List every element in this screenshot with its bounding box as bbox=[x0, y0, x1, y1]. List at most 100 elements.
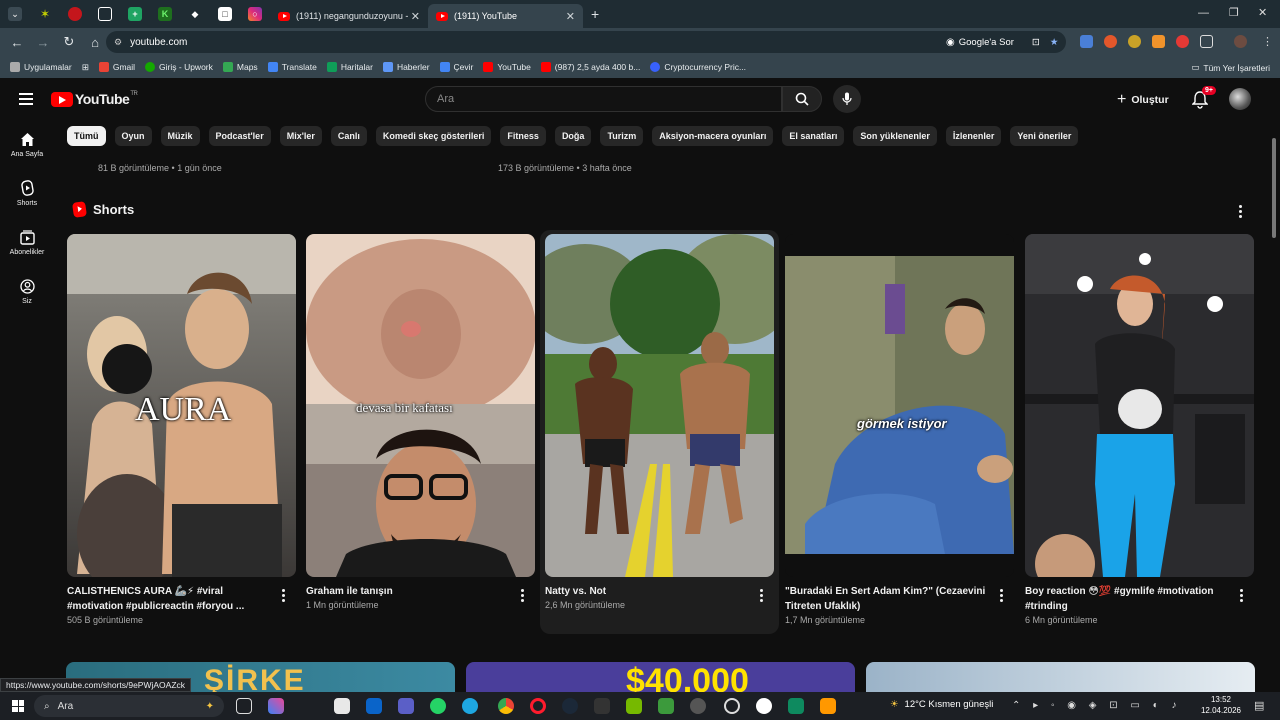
extension-coin-icon[interactable] bbox=[1128, 35, 1141, 48]
close-tab-icon[interactable]: ✕ bbox=[411, 10, 420, 23]
chrome-icon[interactable] bbox=[498, 698, 514, 714]
short-more-icon[interactable] bbox=[521, 589, 525, 604]
create-button[interactable]: + Oluştur bbox=[1117, 89, 1169, 111]
chip-el-sanatlari[interactable]: El sanatları bbox=[782, 126, 845, 146]
bookmark-maps[interactable]: Maps bbox=[222, 62, 258, 72]
short-title[interactable]: Natty vs. Not bbox=[545, 584, 750, 599]
chip-son-yuklenenler[interactable]: Son yüklenenler bbox=[853, 126, 937, 146]
short-thumbnail[interactable]: AURA bbox=[67, 234, 296, 577]
opera-icon[interactable] bbox=[530, 698, 546, 714]
home-button-icon[interactable]: ⌂ bbox=[83, 30, 107, 54]
youtube-logo[interactable]: YouTube TR bbox=[51, 91, 138, 107]
chip-podcastler[interactable]: Podcast'ler bbox=[208, 126, 271, 146]
extension-fox-icon[interactable] bbox=[1104, 35, 1117, 48]
extension-red-icon[interactable] bbox=[1176, 35, 1189, 48]
back-icon[interactable]: ← bbox=[5, 30, 29, 54]
section-more-icon[interactable] bbox=[1239, 205, 1243, 220]
bookmark-youtube[interactable]: YouTube bbox=[483, 62, 531, 72]
chip-canli[interactable]: Canlı bbox=[330, 126, 367, 146]
all-bookmarks-folder[interactable]: ▭ Tüm Yer İşaretleri bbox=[1191, 62, 1270, 73]
short-title[interactable]: "Buradaki En Sert Adam Kim?" (Cezaevini … bbox=[785, 584, 990, 614]
discord-icon[interactable] bbox=[756, 698, 772, 714]
bookmark-haritalar[interactable]: Haritalar bbox=[326, 62, 373, 72]
chip-izlenenler[interactable]: İzlenenler bbox=[945, 126, 1002, 146]
minimize-icon[interactable]: — bbox=[1198, 7, 1209, 19]
short-thumbnail[interactable] bbox=[545, 234, 774, 577]
google-sor-button[interactable]: ◉ Google'a Sor ⊡ ★ bbox=[946, 34, 1058, 50]
android-studio-icon[interactable] bbox=[788, 698, 804, 714]
app-circle-icon[interactable] bbox=[690, 698, 706, 714]
chip-aksiyon-macera[interactable]: Aksiyon-macera oyunları bbox=[652, 126, 774, 146]
search-input[interactable]: Ara bbox=[425, 86, 782, 112]
sublime-icon[interactable] bbox=[820, 698, 836, 714]
nvidia-icon[interactable] bbox=[626, 698, 642, 714]
taskbar-clock[interactable]: 13:52 12.04.2026 bbox=[1198, 694, 1244, 716]
steam-icon[interactable] bbox=[562, 698, 578, 714]
bookmark-star-icon[interactable]: ★ bbox=[1050, 37, 1059, 48]
tab-negangunduzoyunu[interactable]: (1911) negangunduzoyunu - Yo ✕ bbox=[270, 4, 428, 28]
install-app-icon[interactable]: ⊡ bbox=[1032, 37, 1040, 48]
pinned-tab-k-icon[interactable]: K bbox=[150, 0, 180, 28]
pinned-tab-instagram-icon[interactable]: ○ bbox=[240, 0, 270, 28]
new-tab-icon[interactable]: + bbox=[591, 6, 599, 22]
short-card[interactable]: Natty vs. Not 2,6 Mn görüntüleme bbox=[545, 234, 774, 610]
chrome-menu-icon[interactable]: ⋮ bbox=[1262, 35, 1273, 48]
search-button[interactable] bbox=[782, 86, 822, 112]
video-thumbnail-peek[interactable]: $40,000 bbox=[466, 662, 855, 692]
chip-turizm[interactable]: Turizm bbox=[600, 126, 644, 146]
profile-avatar-icon[interactable] bbox=[1234, 35, 1247, 48]
short-title[interactable]: CALISTHENICS AURA 🦾⚡ #viral #motivation … bbox=[67, 584, 272, 614]
close-window-icon[interactable]: ✕ bbox=[1258, 6, 1267, 19]
chip-muzik[interactable]: Müzik bbox=[160, 126, 200, 146]
whatsapp-icon[interactable] bbox=[430, 698, 446, 714]
address-bar[interactable]: ⚙ youtube.com ◉ Google'a Sor ⊡ ★ bbox=[106, 31, 1066, 53]
video-thumbnail-peek[interactable] bbox=[866, 662, 1255, 692]
restore-icon[interactable]: ❐ bbox=[1229, 6, 1239, 19]
chip-mixler[interactable]: Mix'ler bbox=[279, 126, 322, 146]
extensions-puzzle-icon[interactable] bbox=[1200, 35, 1213, 48]
taskbar-search-box[interactable]: ⌕ Ara ✦ bbox=[34, 695, 224, 717]
notifications-button[interactable]: 9+ bbox=[1191, 86, 1216, 111]
short-card[interactable]: devasa bir kafatası Graham ile tanışın 1… bbox=[306, 234, 535, 610]
bookmark-gmail[interactable]: Gmail bbox=[98, 62, 135, 72]
short-more-icon[interactable] bbox=[1000, 589, 1004, 604]
weather-widget[interactable]: ☀ 12°C Kısmen güneşli bbox=[890, 699, 993, 710]
chip-komedi[interactable]: Komedi skeç gösterileri bbox=[375, 126, 492, 146]
short-card[interactable]: görmek istiyor "Buradaki En Sert Adam Ki… bbox=[785, 234, 1014, 625]
store-icon[interactable] bbox=[334, 698, 350, 714]
bookmark-crypto[interactable]: Cryptocurrency Pric... bbox=[650, 62, 746, 72]
terminal-icon[interactable] bbox=[594, 698, 610, 714]
short-title[interactable]: Boy reaction 😳💯 #gymlife #motivation #tr… bbox=[1025, 584, 1230, 614]
forward-icon[interactable]: → bbox=[31, 30, 55, 54]
short-thumbnail[interactable] bbox=[1025, 234, 1254, 577]
settings-icon[interactable] bbox=[724, 698, 740, 714]
bookmark-youtube-video[interactable]: (987) 2,5 ayda 400 b... bbox=[540, 62, 640, 72]
pinned-tab-star-icon[interactable]: ✶ bbox=[30, 0, 60, 28]
chip-yeni-oneriler[interactable]: Yeni öneriler bbox=[1010, 126, 1079, 146]
bookmark-translate[interactable]: Translate bbox=[267, 62, 317, 72]
system-tray-icons[interactable]: ⌃ ▸ ◦ ◉ ◈ ⊡ ▭ ◐ ♪ bbox=[1012, 700, 1181, 711]
close-tab-icon[interactable]: ✕ bbox=[566, 10, 575, 23]
sidebar-item-you[interactable]: Siz bbox=[0, 267, 54, 316]
short-more-icon[interactable] bbox=[282, 589, 286, 604]
chip-oyun[interactable]: Oyun bbox=[114, 126, 152, 146]
site-info-icon[interactable]: ⚙ bbox=[114, 37, 122, 48]
edge-icon[interactable] bbox=[462, 698, 478, 714]
short-thumbnail[interactable]: devasa bir kafatası bbox=[306, 234, 535, 577]
pinned-tab-doc-icon[interactable] bbox=[90, 0, 120, 28]
play-icon[interactable] bbox=[658, 698, 674, 714]
task-view-icon[interactable] bbox=[236, 698, 252, 714]
short-more-icon[interactable] bbox=[1240, 589, 1244, 604]
pinned-tab-app-icon[interactable]: □ bbox=[210, 0, 240, 28]
teams-icon[interactable] bbox=[398, 698, 414, 714]
sidebar-item-shorts[interactable]: Shorts bbox=[0, 169, 54, 218]
sidebar-item-home[interactable]: Ana Sayfa bbox=[0, 120, 54, 169]
chip-tumu[interactable]: Tümü bbox=[67, 126, 106, 146]
scrollbar-thumb[interactable] bbox=[1272, 138, 1276, 238]
bookmark-cevir[interactable]: Çevir bbox=[439, 62, 473, 72]
tab-youtube-active[interactable]: (1911) YouTube ✕ bbox=[428, 4, 583, 28]
short-card[interactable]: AURA CALISTHENICS AURA 🦾⚡ #viral #motiva… bbox=[67, 234, 296, 625]
short-more-icon[interactable] bbox=[760, 589, 764, 604]
short-card[interactable]: Boy reaction 😳💯 #gymlife #motivation #tr… bbox=[1025, 234, 1254, 625]
outlook-icon[interactable] bbox=[366, 698, 382, 714]
